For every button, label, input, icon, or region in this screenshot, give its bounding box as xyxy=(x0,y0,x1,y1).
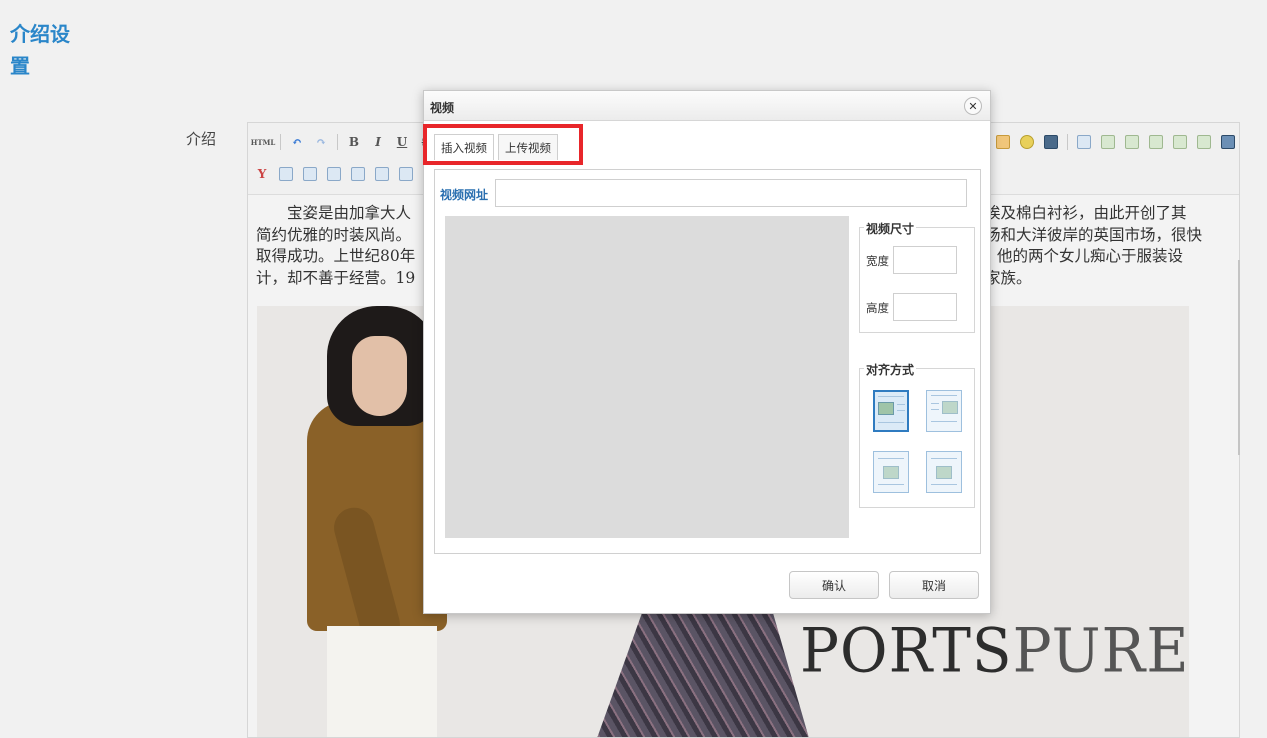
width-input[interactable] xyxy=(893,246,957,274)
video-preview-area xyxy=(445,216,849,538)
toolbar-separator xyxy=(337,134,338,150)
content-line: 家族。 xyxy=(985,268,1032,287)
content-line: 他的两个女儿痴心于服装设 xyxy=(997,247,1184,265)
table-col-icon[interactable] xyxy=(324,164,344,184)
undo-icon[interactable]: ↶ xyxy=(287,132,307,152)
model-pants xyxy=(327,626,437,737)
tab-insert-video[interactable]: 插入视频 xyxy=(434,134,494,160)
table-cell-icon[interactable] xyxy=(276,164,296,184)
preview-icon[interactable] xyxy=(1218,132,1238,152)
brand-logo-bold: PORTS xyxy=(800,615,1013,687)
content-line: 简约优雅的时装风尚。 xyxy=(256,225,412,244)
editor-scrollbar[interactable] xyxy=(1238,260,1240,455)
dialog-title: 视频 xyxy=(430,101,455,115)
insert-row-icon[interactable] xyxy=(1122,132,1142,152)
model-face xyxy=(352,336,407,416)
video-icon[interactable] xyxy=(1041,132,1061,152)
intro-field-label: 介绍 xyxy=(186,130,217,148)
table-icon[interactable] xyxy=(1074,132,1094,152)
tab-upload-video[interactable]: 上传视频 xyxy=(498,134,558,160)
content-line: 取得成功。上世纪80年 xyxy=(256,247,416,265)
brand-logo: PORTSPURE xyxy=(800,615,1190,686)
filter-icon[interactable]: Y xyxy=(252,164,272,184)
confirm-button[interactable]: 确认 xyxy=(789,571,879,599)
align-center-right-icon[interactable] xyxy=(926,451,962,493)
height-label: 高度 xyxy=(866,301,889,315)
video-size-group: 视频尺寸 宽度 高度 xyxy=(859,220,975,333)
video-dialog: 视频 ✕ 插入视频 上传视频 视频网址 视频尺寸 宽度 高度 对齐方式 确认 取… xyxy=(423,90,991,614)
dialog-header: 视频 ✕ xyxy=(424,91,990,121)
alignment-legend: 对齐方式 xyxy=(864,361,917,378)
cancel-button[interactable]: 取消 xyxy=(889,571,979,599)
model-skirt xyxy=(587,606,817,737)
close-icon[interactable]: ✕ xyxy=(964,97,982,115)
section-title: 介绍设置 xyxy=(10,22,70,78)
alignment-group: 对齐方式 xyxy=(859,361,975,508)
table-merge-icon[interactable] xyxy=(348,164,368,184)
content-line: 宝姿是由加拿大人 xyxy=(287,204,412,222)
content-line: 计，却不善于经营。19 xyxy=(256,268,416,287)
underline-button[interactable]: U xyxy=(392,132,412,152)
table-row-icon[interactable] xyxy=(300,164,320,184)
emoticon-icon[interactable] xyxy=(1017,132,1037,152)
video-url-input[interactable] xyxy=(495,179,967,207)
width-label: 宽度 xyxy=(866,254,889,268)
table-delete-icon[interactable] xyxy=(396,164,416,184)
table-split-icon[interactable] xyxy=(372,164,392,184)
insert-col-icon[interactable] xyxy=(1146,132,1166,152)
align-center-left-icon[interactable] xyxy=(873,451,909,493)
italic-button[interactable]: I xyxy=(368,132,388,152)
content-left-column: 宝姿是由加拿大人 简约优雅的时装风尚。 取得成功。上世纪80年 计，却不善于经营… xyxy=(256,203,436,289)
brand-logo-thin: PURE xyxy=(1012,615,1190,687)
align-right-icon[interactable] xyxy=(926,390,962,432)
insert-col-after-icon[interactable] xyxy=(1170,132,1190,152)
insert-video-panel: 视频网址 视频尺寸 宽度 高度 对齐方式 xyxy=(434,169,981,554)
image-icon[interactable] xyxy=(993,132,1013,152)
html-source-button[interactable]: HTML xyxy=(251,132,276,152)
redo-icon[interactable]: ↷ xyxy=(311,132,331,152)
align-left-icon[interactable] xyxy=(873,390,909,432)
toolbar-row-1-right xyxy=(993,131,1239,153)
video-url-label: 视频网址 xyxy=(440,188,489,202)
delete-col-icon[interactable] xyxy=(1194,132,1214,152)
toolbar-row-1: HTML ↶ ↷ B I U S xyxy=(251,131,440,153)
content-right-column: 埃及棉白衬衫，由此开创了其 场和大洋彼岸的英国市场，很快 他的两个女儿痴心于服装… xyxy=(985,203,1235,289)
height-input[interactable] xyxy=(893,293,957,321)
toolbar-separator xyxy=(280,134,281,150)
dialog-tabs: 插入视频 上传视频 xyxy=(434,134,562,160)
table-props-icon[interactable] xyxy=(1098,132,1118,152)
content-line: 埃及棉白衬衫，由此开创了其 xyxy=(985,204,1187,222)
bold-button[interactable]: B xyxy=(344,132,364,152)
video-size-legend: 视频尺寸 xyxy=(864,220,917,237)
toolbar-row-2: Y xyxy=(252,163,420,185)
content-line: 场和大洋彼岸的英国市场，很快 xyxy=(985,225,1203,244)
toolbar-separator xyxy=(1067,134,1068,150)
